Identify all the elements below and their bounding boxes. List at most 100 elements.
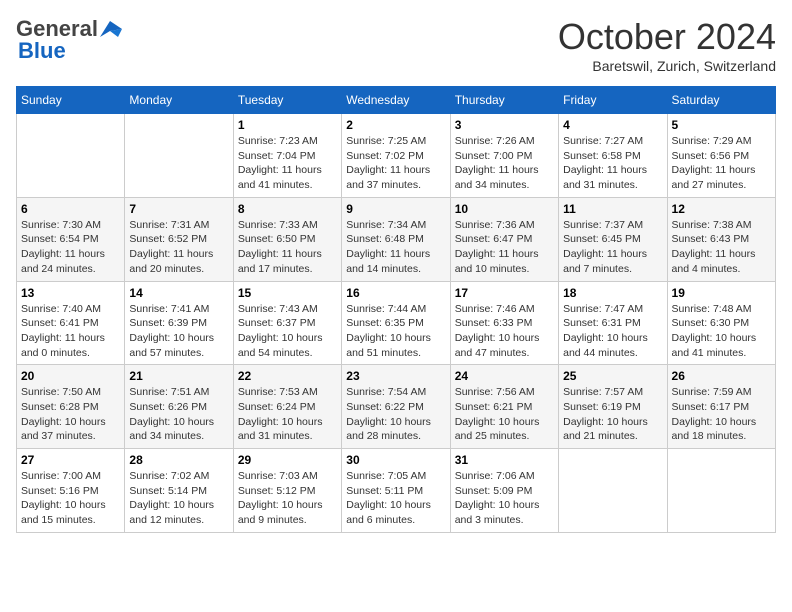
day-info: Sunrise: 7:46 AM Sunset: 6:33 PM Dayligh… [455,302,554,361]
day-number: 24 [455,369,554,383]
day-header-tuesday: Tuesday [233,87,341,114]
day-info: Sunrise: 7:05 AM Sunset: 5:11 PM Dayligh… [346,469,445,528]
day-info: Sunrise: 7:25 AM Sunset: 7:02 PM Dayligh… [346,134,445,193]
calendar-cell: 10 Sunrise: 7:36 AM Sunset: 6:47 PM Dayli… [450,197,558,281]
day-number: 4 [563,118,662,132]
calendar-cell: 25 Sunrise: 7:57 AM Sunset: 6:19 PM Dayli… [559,365,667,449]
calendar-cell: 3 Sunrise: 7:26 AM Sunset: 7:00 PM Daylig… [450,114,558,198]
calendar-cell: 8 Sunrise: 7:33 AM Sunset: 6:50 PM Daylig… [233,197,341,281]
day-info: Sunrise: 7:03 AM Sunset: 5:12 PM Dayligh… [238,469,337,528]
calendar-cell: 9 Sunrise: 7:34 AM Sunset: 6:48 PM Daylig… [342,197,450,281]
day-info: Sunrise: 7:26 AM Sunset: 7:00 PM Dayligh… [455,134,554,193]
calendar-cell: 22Sunrise: 7:53 AM Sunset: 6:24 PM Dayli… [233,365,341,449]
calendar-cell [559,449,667,533]
day-number: 18 [563,286,662,300]
calendar-cell [17,114,125,198]
day-info: Sunrise: 7:34 AM Sunset: 6:48 PM Dayligh… [346,218,445,277]
day-info: Sunrise: 7:27 AM Sunset: 6:58 PM Dayligh… [563,134,662,193]
calendar-cell: 12 Sunrise: 7:38 AM Sunset: 6:43 PM Dayli… [667,197,775,281]
logo-blue-text: Blue [18,38,66,64]
week-row-1: 1Sunrise: 7:23 AM Sunset: 7:04 PM Daylig… [17,114,776,198]
calendar-cell: 31 Sunrise: 7:06 AM Sunset: 5:09 PM Dayli… [450,449,558,533]
day-number: 31 [455,453,554,467]
day-number: 20 [21,369,120,383]
calendar-cell: 11Sunrise: 7:37 AM Sunset: 6:45 PM Dayli… [559,197,667,281]
day-info: Sunrise: 7:40 AM Sunset: 6:41 PM Dayligh… [21,302,120,361]
day-info: Sunrise: 7:53 AM Sunset: 6:24 PM Dayligh… [238,385,337,444]
day-info: Sunrise: 7:29 AM Sunset: 6:56 PM Dayligh… [672,134,771,193]
day-header-monday: Monday [125,87,233,114]
calendar-cell [125,114,233,198]
calendar-cell: 17 Sunrise: 7:46 AM Sunset: 6:33 PM Dayli… [450,281,558,365]
day-info: Sunrise: 7:00 AM Sunset: 5:16 PM Dayligh… [21,469,120,528]
day-info: Sunrise: 7:43 AM Sunset: 6:37 PM Dayligh… [238,302,337,361]
calendar-cell: 13Sunrise: 7:40 AM Sunset: 6:41 PM Dayli… [17,281,125,365]
day-number: 26 [672,369,771,383]
day-number: 10 [455,202,554,216]
calendar-cell: 4 Sunrise: 7:27 AM Sunset: 6:58 PM Daylig… [559,114,667,198]
day-info: Sunrise: 7:50 AM Sunset: 6:28 PM Dayligh… [21,385,120,444]
day-info: Sunrise: 7:44 AM Sunset: 6:35 PM Dayligh… [346,302,445,361]
title-block: October 2024 Baretswil, Zurich, Switzerl… [558,16,776,74]
day-number: 9 [346,202,445,216]
calendar-cell: 28Sunrise: 7:02 AM Sunset: 5:14 PM Dayli… [125,449,233,533]
calendar-cell: 14 Sunrise: 7:41 AM Sunset: 6:39 PM Dayli… [125,281,233,365]
day-info: Sunrise: 7:30 AM Sunset: 6:54 PM Dayligh… [21,218,120,277]
calendar-cell: 7Sunrise: 7:31 AM Sunset: 6:52 PM Daylig… [125,197,233,281]
week-row-2: 6 Sunrise: 7:30 AM Sunset: 6:54 PM Daylig… [17,197,776,281]
day-number: 16 [346,286,445,300]
day-number: 3 [455,118,554,132]
day-number: 27 [21,453,120,467]
day-number: 6 [21,202,120,216]
day-info: Sunrise: 7:06 AM Sunset: 5:09 PM Dayligh… [455,469,554,528]
calendar-cell: 23 Sunrise: 7:54 AM Sunset: 6:22 PM Dayli… [342,365,450,449]
day-header-thursday: Thursday [450,87,558,114]
day-header-wednesday: Wednesday [342,87,450,114]
calendar-cell: 1Sunrise: 7:23 AM Sunset: 7:04 PM Daylig… [233,114,341,198]
calendar-cell: 2 Sunrise: 7:25 AM Sunset: 7:02 PM Daylig… [342,114,450,198]
day-number: 1 [238,118,337,132]
day-info: Sunrise: 7:31 AM Sunset: 6:52 PM Dayligh… [129,218,228,277]
day-number: 14 [129,286,228,300]
location: Baretswil, Zurich, Switzerland [558,58,776,74]
day-info: Sunrise: 7:47 AM Sunset: 6:31 PM Dayligh… [563,302,662,361]
week-row-5: 27 Sunrise: 7:00 AM Sunset: 5:16 PM Dayli… [17,449,776,533]
day-number: 25 [563,369,662,383]
day-info: Sunrise: 7:48 AM Sunset: 6:30 PM Dayligh… [672,302,771,361]
day-info: Sunrise: 7:54 AM Sunset: 6:22 PM Dayligh… [346,385,445,444]
day-info: Sunrise: 7:41 AM Sunset: 6:39 PM Dayligh… [129,302,228,361]
calendar-cell: 5 Sunrise: 7:29 AM Sunset: 6:56 PM Daylig… [667,114,775,198]
day-info: Sunrise: 7:51 AM Sunset: 6:26 PM Dayligh… [129,385,228,444]
calendar-table: SundayMondayTuesdayWednesdayThursdayFrid… [16,86,776,533]
calendar-cell: 18 Sunrise: 7:47 AM Sunset: 6:31 PM Dayli… [559,281,667,365]
day-number: 12 [672,202,771,216]
day-number: 11 [563,202,662,216]
calendar-cell [667,449,775,533]
calendar-cell: 27 Sunrise: 7:00 AM Sunset: 5:16 PM Dayli… [17,449,125,533]
day-header-friday: Friday [559,87,667,114]
day-info: Sunrise: 7:36 AM Sunset: 6:47 PM Dayligh… [455,218,554,277]
day-header-saturday: Saturday [667,87,775,114]
day-number: 28 [129,453,228,467]
calendar-cell: 6 Sunrise: 7:30 AM Sunset: 6:54 PM Daylig… [17,197,125,281]
day-number: 5 [672,118,771,132]
day-number: 17 [455,286,554,300]
day-info: Sunrise: 7:57 AM Sunset: 6:19 PM Dayligh… [563,385,662,444]
calendar-cell: 15Sunrise: 7:43 AM Sunset: 6:37 PM Dayli… [233,281,341,365]
calendar-cell: 29 Sunrise: 7:03 AM Sunset: 5:12 PM Dayli… [233,449,341,533]
calendar-cell: 30 Sunrise: 7:05 AM Sunset: 5:11 PM Dayli… [342,449,450,533]
calendar-cell: 19 Sunrise: 7:48 AM Sunset: 6:30 PM Dayli… [667,281,775,365]
calendar-cell: 16 Sunrise: 7:44 AM Sunset: 6:35 PM Dayli… [342,281,450,365]
calendar-cell: 20 Sunrise: 7:50 AM Sunset: 6:28 PM Dayli… [17,365,125,449]
day-number: 23 [346,369,445,383]
day-info: Sunrise: 7:38 AM Sunset: 6:43 PM Dayligh… [672,218,771,277]
day-header-sunday: Sunday [17,87,125,114]
calendar-cell: 24Sunrise: 7:56 AM Sunset: 6:21 PM Dayli… [450,365,558,449]
day-info: Sunrise: 7:33 AM Sunset: 6:50 PM Dayligh… [238,218,337,277]
day-number: 30 [346,453,445,467]
day-number: 8 [238,202,337,216]
day-number: 29 [238,453,337,467]
month-title: October 2024 [558,16,776,58]
day-number: 2 [346,118,445,132]
day-number: 19 [672,286,771,300]
